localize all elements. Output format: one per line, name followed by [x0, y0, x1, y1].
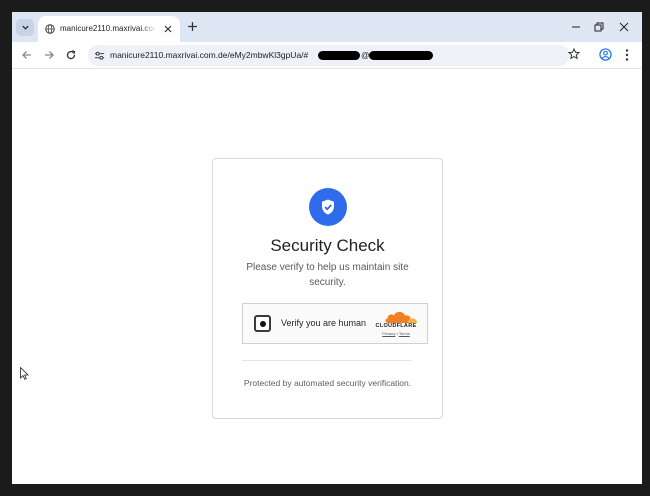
tab-close-icon[interactable] [163, 24, 173, 34]
page-viewport: Security Check Please verify to help us … [12, 70, 642, 484]
page-title: Security Check [270, 236, 385, 255]
tab-strip: manicure2110.maxrivai.com.de/eMy2mbwKl3g… [12, 12, 642, 42]
arrow-right-icon[interactable] [43, 49, 55, 61]
close-icon[interactable] [618, 21, 630, 33]
star-icon[interactable] [568, 48, 580, 60]
checkbox-indicator [260, 321, 266, 327]
cloudflare-wordmark: CLOUDFLARE [375, 323, 417, 329]
terms-link[interactable]: Terms [399, 331, 410, 336]
browser-window: manicure2110.maxrivai.com.de/eMy2mbwKl3g… [12, 12, 642, 484]
security-check-card: Security Check Please verify to help us … [212, 158, 443, 419]
footer-note: Protected by automated security verifica… [243, 378, 412, 388]
restore-icon[interactable] [593, 21, 605, 33]
globe-icon [45, 24, 55, 34]
arrow-left-icon[interactable] [21, 49, 33, 61]
address-bar[interactable]: manicure2110.maxrivai.com.de/eMy2mbwKl3g… [88, 45, 570, 66]
shield-check-icon [322, 199, 334, 215]
mouse-pointer-icon [20, 367, 29, 380]
privacy-link[interactable]: Privacy [382, 331, 395, 336]
chevron-down-icon [21, 25, 29, 30]
minimize-icon[interactable] [570, 21, 582, 33]
browser-tab[interactable]: manicure2110.maxrivai.com.de/eMy2mbwKl3g… [38, 16, 180, 42]
divider [242, 360, 412, 361]
redaction-bar [318, 51, 360, 60]
tab-search-button[interactable] [16, 19, 34, 36]
account-icon[interactable] [599, 48, 612, 61]
tune-icon[interactable] [94, 50, 105, 61]
more-vert-icon[interactable] [623, 48, 631, 62]
redaction-bar [369, 51, 433, 60]
url-text: manicure2110.maxrivai.com.de/eMy2mbwKl3g… [110, 50, 309, 60]
verify-label: Verify you are human [281, 318, 367, 328]
tab-title: manicure2110.maxrivai.com.de/eMy2mbwKl3g… [60, 24, 156, 33]
verify-checkbox[interactable] [254, 315, 271, 332]
plus-icon[interactable] [187, 21, 198, 32]
browser-toolbar: manicure2110.maxrivai.com.de/eMy2mbwKl3g… [12, 42, 642, 69]
captcha-widget: Verify you are human CLOUDFLARE Privacy … [242, 303, 428, 344]
link-separator: • [396, 331, 398, 336]
cloudflare-links: Privacy • Terms [371, 331, 421, 336]
reload-icon[interactable] [65, 49, 77, 61]
description-text: Please verify to help us maintain site s… [246, 262, 409, 288]
shield-badge [309, 188, 347, 226]
